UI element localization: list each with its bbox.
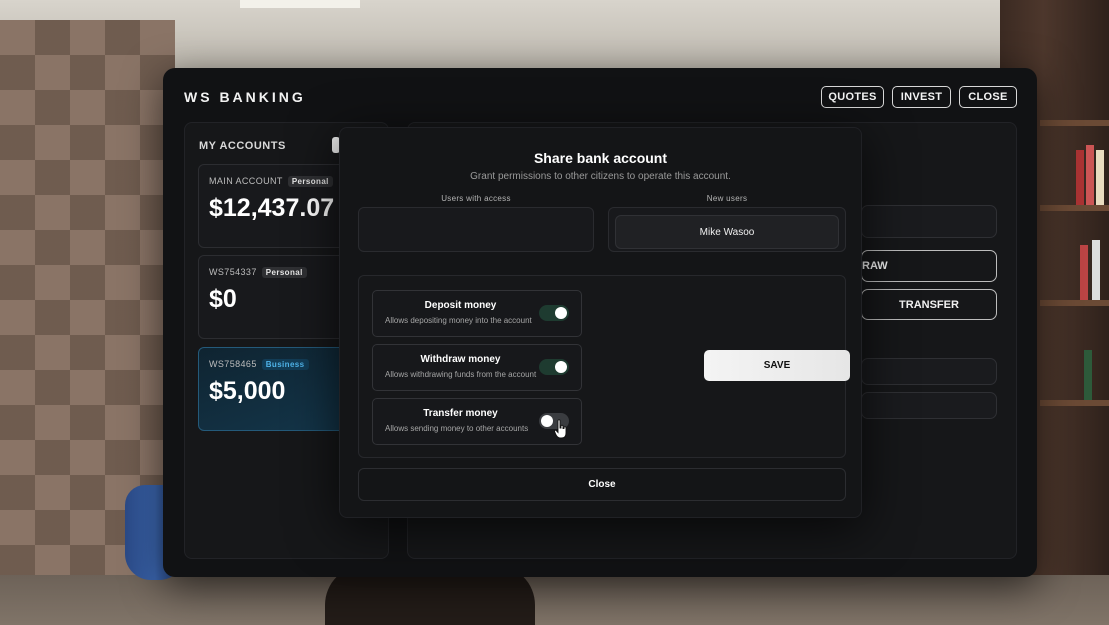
account-type-badge: Business: [261, 359, 309, 371]
account-id-text: WS758465: [209, 359, 257, 369]
save-button[interactable]: SAVE: [704, 350, 850, 381]
shelf: [1040, 400, 1109, 406]
invest-button[interactable]: INVEST: [892, 86, 951, 108]
detail-row: [861, 358, 997, 385]
close-app-button[interactable]: CLOSE: [959, 86, 1017, 108]
account-id: WS758465 Business: [209, 359, 309, 371]
account-type-badge: Personal: [261, 267, 307, 279]
permission-description: Allows withdrawing funds from the accoun…: [385, 370, 537, 379]
ceiling-light: [240, 0, 360, 8]
permission-name: Deposit money: [424, 300, 497, 311]
withdraw-toggle[interactable]: [539, 359, 569, 375]
account-balance: $0: [209, 285, 237, 313]
transfer-button[interactable]: TRANSFER: [861, 289, 997, 320]
book: [1086, 145, 1094, 205]
permission-description: Allows depositing money into the account: [385, 316, 532, 325]
shelf: [1040, 300, 1109, 306]
account-type-badge: Personal: [287, 176, 333, 188]
shelf: [1040, 205, 1109, 211]
permission-withdraw: Withdraw money Allows withdrawing funds …: [372, 344, 582, 391]
permission-deposit: Deposit money Allows depositing money in…: [372, 290, 582, 337]
modal-close-button[interactable]: Close: [358, 468, 846, 501]
modal-subtitle: Grant permissions to other citizens to o…: [470, 171, 731, 182]
detail-row: [861, 392, 997, 419]
shelf: [1040, 120, 1109, 126]
new-users-label: New users: [706, 194, 748, 203]
amount-input[interactable]: [861, 205, 997, 238]
account-id: WS754337 Personal: [209, 267, 307, 279]
modal-title: Share bank account: [533, 150, 668, 166]
toggle-knob: [541, 415, 553, 427]
book: [1076, 150, 1084, 205]
book: [1096, 150, 1104, 205]
users-with-access-label: Users with access: [441, 194, 511, 203]
account-id-text: MAIN ACCOUNT: [209, 176, 283, 186]
hand-pointer-icon: [554, 419, 567, 439]
withdraw-button[interactable]: RAW: [861, 250, 997, 282]
account-balance: $5,000: [209, 377, 286, 405]
account-id: MAIN ACCOUNT Personal: [209, 176, 333, 188]
permission-name: Withdraw money: [420, 354, 501, 365]
permission-transfer: Transfer money Allows sending money to o…: [372, 398, 582, 445]
withdraw-label: RAW: [862, 260, 888, 272]
new-user-item[interactable]: Mike Wasoo: [615, 215, 839, 249]
users-with-access-list[interactable]: [358, 207, 594, 252]
account-balance: $12,437.07: [209, 194, 335, 222]
book: [1080, 245, 1088, 300]
toggle-knob: [555, 361, 567, 373]
app-title: WS BANKING: [184, 89, 306, 105]
accounts-title: MY ACCOUNTS: [199, 140, 286, 152]
floor: [0, 575, 1109, 625]
book: [1092, 240, 1100, 300]
book: [1084, 350, 1092, 400]
share-account-modal: Share bank account Grant permissions to …: [339, 127, 862, 518]
transfer-label: TRANSFER: [899, 298, 959, 311]
permission-name: Transfer money: [423, 408, 498, 419]
permissions-panel: Deposit money Allows depositing money in…: [358, 275, 850, 458]
quotes-button[interactable]: QUOTES: [821, 86, 884, 108]
toggle-knob: [555, 307, 567, 319]
permission-description: Allows sending money to other accounts: [385, 424, 529, 433]
deposit-toggle[interactable]: [539, 305, 569, 321]
account-id-text: WS754337: [209, 267, 257, 277]
